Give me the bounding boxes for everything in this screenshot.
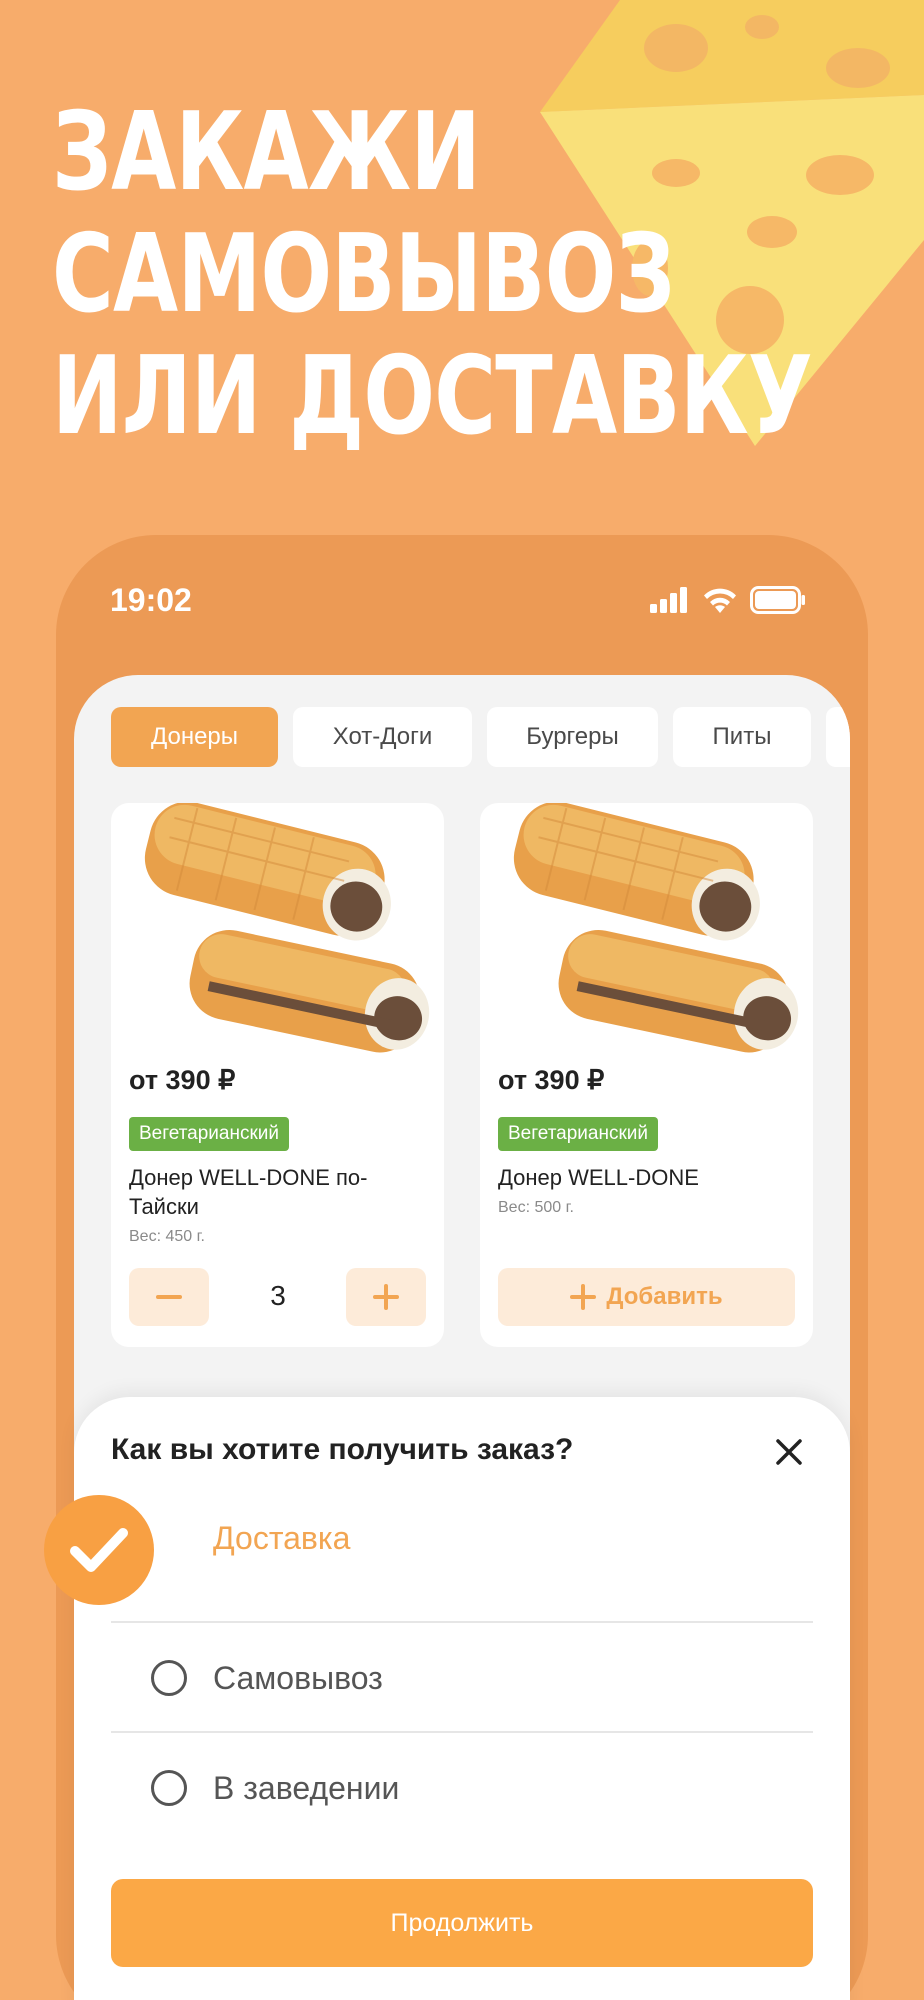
option-dine-in[interactable]: В заведении	[111, 1733, 813, 1843]
close-icon[interactable]	[772, 1435, 806, 1469]
plus-icon	[570, 1284, 597, 1310]
doner-image	[144, 803, 430, 1053]
quantity-value: 3	[270, 1280, 286, 1311]
radio-button[interactable]	[151, 1770, 187, 1806]
option-pickup[interactable]: Самовывоз	[111, 1623, 813, 1733]
status-icons	[650, 586, 806, 614]
product-price: от 390 ₽	[129, 1065, 236, 1095]
option-delivery[interactable]: Доставка	[111, 1483, 813, 1593]
product-card[interactable]: от 390 ₽ Вегетарианский Донер WELL-DONE …	[480, 803, 813, 1347]
option-label: Доставка	[213, 1519, 351, 1556]
headline-line-1: ЗАКАЖИ	[52, 90, 481, 215]
plus-icon	[373, 1284, 399, 1310]
product-weight: Вес: 500 г.	[498, 1199, 574, 1216]
wifi-icon	[704, 588, 736, 613]
doner-image	[513, 803, 799, 1053]
product-card[interactable]: от 390 ₽ Вегетарианский Донер WELL-DONE …	[111, 803, 444, 1347]
status-time: 19:02	[110, 582, 192, 618]
headline-line-3: ИЛИ ДОСТАВКУ	[52, 334, 813, 459]
sheet-title: Как вы хотите получить заказ?	[111, 1433, 574, 1466]
option-label: Самовывоз	[213, 1659, 383, 1696]
add-button-label: Добавить	[606, 1283, 723, 1310]
option-label: В заведении	[213, 1769, 400, 1806]
decrease-button[interactable]	[129, 1268, 209, 1326]
tab-doners[interactable]: Донеры	[111, 707, 278, 767]
product-weight: Вес: 450 г.	[129, 1228, 205, 1245]
increase-button[interactable]	[346, 1268, 426, 1326]
signal-icon	[650, 587, 687, 613]
continue-button[interactable]: Продолжить	[111, 1879, 813, 1967]
order-type-sheet: Как вы хотите получить заказ? Доставка С…	[74, 1397, 850, 2000]
tab-more[interactable]	[826, 707, 850, 767]
category-tabs: Донеры Хот-Доги Бургеры Питы	[111, 707, 850, 767]
tab-burgers[interactable]: Бургеры	[487, 707, 658, 767]
add-to-cart-button[interactable]: Добавить	[498, 1268, 795, 1326]
battery-icon	[750, 586, 805, 614]
check-icon	[70, 1528, 128, 1572]
vegetarian-badge: Вегетарианский	[498, 1117, 659, 1151]
product-name: Донер WELL-DONE по-Тайски	[129, 1165, 368, 1219]
promo-headline: ЗАКАЖИ САМОВЫВОЗ ИЛИ ДОСТАВКУ	[52, 90, 813, 459]
product-price: от 390 ₽	[498, 1065, 605, 1095]
tab-hotdogs[interactable]: Хот-Доги	[293, 707, 472, 767]
selected-check-badge	[44, 1495, 154, 1605]
vegetarian-badge: Вегетарианский	[129, 1117, 290, 1151]
radio-button[interactable]	[151, 1660, 187, 1696]
headline-line-2: САМОВЫВОЗ	[52, 212, 675, 337]
product-name: Донер WELL-DONE	[498, 1165, 699, 1190]
minus-icon	[156, 1295, 182, 1299]
tab-pitas[interactable]: Питы	[673, 707, 811, 767]
